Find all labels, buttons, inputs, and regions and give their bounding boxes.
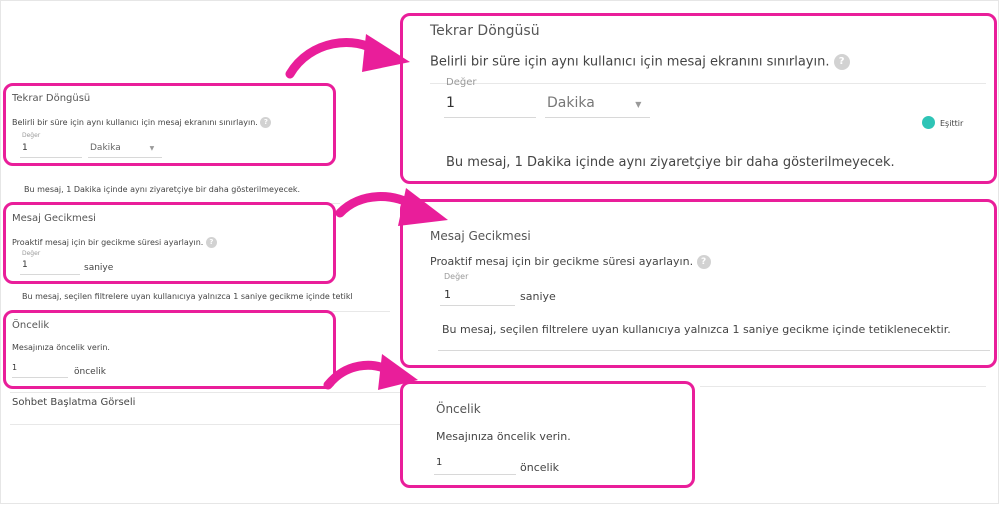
arrow-head	[398, 188, 448, 226]
arrow-head	[362, 34, 410, 72]
arrow-head	[378, 354, 418, 390]
arrows-overlay	[285, 34, 448, 390]
